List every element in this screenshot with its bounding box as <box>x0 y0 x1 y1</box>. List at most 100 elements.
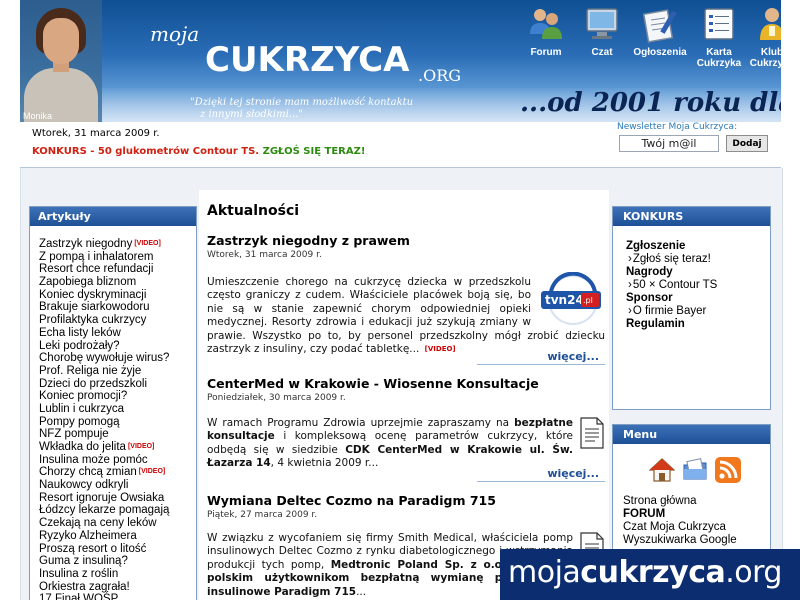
article-link[interactable]: Koniec promocji? <box>39 390 196 403</box>
article-link[interactable]: Prof. Religa nie żyje <box>39 365 196 378</box>
article-link[interactable]: Resort ignoruje Owsiaka <box>39 492 196 505</box>
konkurs-sub-link[interactable]: ›50 × Contour TS <box>626 279 770 292</box>
article-link-label[interactable]: Chorobę wywołuje wirus? <box>39 352 169 364</box>
logo-main[interactable]: CUKRZYCA <box>205 40 409 80</box>
article-link-label[interactable]: Lublin i cukrzyca <box>39 403 124 415</box>
article-link-label[interactable]: Guma z insuliną? <box>39 555 128 567</box>
article-link-label[interactable]: Proszą resort o litość <box>39 543 146 555</box>
home-icon[interactable] <box>649 457 675 483</box>
article-link-label[interactable]: Koniec dyskryminacji <box>39 289 146 301</box>
nav-item-forum[interactable]: Forum <box>516 2 576 58</box>
article-link[interactable]: Chorzy chcą zmian [VIDEO] <box>39 466 196 479</box>
article-link-label[interactable]: Orkiestra zagrała! <box>39 581 130 593</box>
article-link[interactable]: Leki podrożały? <box>39 340 196 353</box>
article-link-label[interactable]: Ryzyko Alzheimera <box>39 530 137 542</box>
article-link-label[interactable]: Wkładka do jelita <box>39 441 126 453</box>
nav-item-karta-cukrzyka[interactable]: Karta Cukrzyka <box>689 2 749 69</box>
article-link[interactable]: NFZ pompuje <box>39 428 196 441</box>
konkurs-text[interactable]: KONKURS - 50 glukometrów Contour TS. <box>32 146 259 157</box>
article-link-label[interactable]: Chorzy chcą zmian <box>39 466 137 478</box>
article-link-label[interactable]: Leki podrożały? <box>39 340 120 352</box>
konkurs-link-label[interactable]: 50 × Contour TS <box>633 279 718 291</box>
article-link-label[interactable]: Zapobiega bliznom <box>39 276 136 288</box>
article-link-label[interactable]: Resort chce refundacji <box>39 263 153 275</box>
logo-suffix[interactable]: .ORG <box>418 66 461 85</box>
article-link[interactable]: Brakuje siarkowodoru <box>39 301 196 314</box>
article-link[interactable]: 17 Finał WOŚP <box>39 593 196 600</box>
article-title[interactable]: CenterMed w Krakowie - Wiosenne Konsulta… <box>207 376 605 391</box>
menu-link[interactable]: FORUM <box>623 508 737 521</box>
konkurs-section-link[interactable]: Sponsor <box>626 292 770 305</box>
article-link[interactable]: Orkiestra zagrała! <box>39 581 196 594</box>
article-link[interactable]: Zapobiega bliznom <box>39 276 196 289</box>
newsletter-add-button[interactable]: Dodaj <box>726 135 768 152</box>
logo-prefix[interactable]: moja <box>150 22 199 46</box>
article-link[interactable]: Resort chce refundacji <box>39 263 196 276</box>
tvn24-logo-icon[interactable]: tvn24 .pl <box>537 272 605 328</box>
rss-icon[interactable] <box>715 457 741 483</box>
konkurs-link-label[interactable]: Nagrody <box>626 266 673 278</box>
article-link[interactable]: Zastrzyk niegodny [VIDEO] <box>39 238 196 251</box>
article-link[interactable]: Czekają na ceny leków <box>39 517 196 530</box>
article-link[interactable]: Echa listy leków <box>39 327 196 340</box>
video-tag[interactable]: [VIDEO] <box>134 240 160 247</box>
article-link-label[interactable]: Brakuje siarkowodoru <box>39 301 150 313</box>
article-link-label[interactable]: Resort ignoruje Owsiaka <box>39 492 164 504</box>
nav-item-czat[interactable]: Czat <box>572 2 632 58</box>
article-title[interactable]: Wymiana Deltec Cozmo na Paradigm 715 <box>207 493 605 508</box>
menu-link[interactable]: Wyszukiwarka Google <box>623 534 737 547</box>
article-link[interactable]: Koniec dyskryminacji <box>39 289 196 302</box>
video-tag[interactable]: [VIDEO] <box>128 443 154 450</box>
article-link-label[interactable]: Echa listy leków <box>39 327 121 339</box>
article-link[interactable]: Guma z insuliną? <box>39 555 196 568</box>
konkurs-section-link[interactable]: Nagrody <box>626 266 770 279</box>
article-link-label[interactable]: NFZ pompuje <box>39 428 109 440</box>
article-link-label[interactable]: Prof. Religa nie żyje <box>39 365 141 377</box>
konkurs-section-link[interactable]: Zgłoszenie <box>626 240 770 253</box>
article-link-label[interactable]: 17 Finał WOŚP <box>39 593 118 600</box>
article-link[interactable]: Proszą resort o litość <box>39 543 196 556</box>
article-link-label[interactable]: Pompy pomogą <box>39 416 120 428</box>
konkurs-sub-link[interactable]: ›O firmie Bayer <box>626 305 770 318</box>
article-link[interactable]: Profilaktyka cukrzycy <box>39 314 196 327</box>
article-link[interactable]: Insulina może pomóc <box>39 454 196 467</box>
konkurs-link-label[interactable]: Zgłoś się teraz! <box>633 253 711 265</box>
konkurs-link-label[interactable]: Sponsor <box>626 292 673 304</box>
menu-link[interactable]: Czat Moja Cukrzyca <box>623 521 737 534</box>
newsletter-email-input[interactable] <box>619 135 719 152</box>
bookmark-folder-icon[interactable] <box>682 457 708 483</box>
article-link[interactable]: Wkładka do jelita [VIDEO] <box>39 441 196 454</box>
article-more-link[interactable]: więcej... <box>547 350 599 363</box>
video-tag[interactable]: [VIDEO] <box>425 345 456 353</box>
nav-item-ogloszenia[interactable]: Ogłoszenia <box>630 2 690 58</box>
menu-link[interactable]: Strona główna <box>623 495 737 508</box>
article-link-label[interactable]: Koniec promocji? <box>39 390 127 402</box>
konkurs-link-label[interactable]: Regulamin <box>626 318 685 330</box>
nav-item-klub-cukrzyka[interactable]: Klub Cukrzyka <box>742 2 781 69</box>
article-link[interactable]: Łódzcy lekarze pomagają <box>39 504 196 517</box>
konkurs-link-label[interactable]: Zgłoszenie <box>626 240 685 252</box>
article-link[interactable]: Pompy pomogą <box>39 416 196 429</box>
konkurs-section-link[interactable]: Regulamin <box>626 318 770 331</box>
article-link-label[interactable]: Insulina może pomóc <box>39 454 148 466</box>
article-link-label[interactable]: Zastrzyk niegodny <box>39 238 132 250</box>
article-link[interactable]: Chorobę wywołuje wirus? <box>39 352 196 365</box>
article-more-link[interactable]: więcej... <box>547 467 599 480</box>
article-link[interactable]: Naukowcy odkryli <box>39 479 196 492</box>
article-title[interactable]: Zastrzyk niegodny z prawem <box>207 233 605 248</box>
article-link-label[interactable]: Naukowcy odkryli <box>39 479 128 491</box>
article-link[interactable]: Insulina z roślin <box>39 568 196 581</box>
article-link[interactable]: Ryzyko Alzheimera <box>39 530 196 543</box>
article-link-label[interactable]: Czekają na ceny leków <box>39 517 157 529</box>
konkurs-announcement[interactable]: KONKURS - 50 glukometrów Contour TS. ZGŁ… <box>32 146 365 157</box>
video-tag[interactable]: [VIDEO] <box>139 468 165 475</box>
article-link[interactable]: Dzieci do przedszkoli <box>39 378 196 391</box>
konkurs-cta[interactable]: ZGŁOŚ SIĘ TERAZ! <box>263 146 366 157</box>
konkurs-sub-link[interactable]: ›Zgłoś się teraz! <box>626 253 770 266</box>
article-link-label[interactable]: Dzieci do przedszkoli <box>39 378 147 390</box>
article-link-label[interactable]: Z pompą i inhalatorem <box>39 251 153 263</box>
article-link-label[interactable]: Insulina z roślin <box>39 568 118 580</box>
article-link-label[interactable]: Łódzcy lekarze pomagają <box>39 504 169 516</box>
article-link-label[interactable]: Profilaktyka cukrzycy <box>39 314 146 326</box>
article-link[interactable]: Z pompą i inhalatorem <box>39 251 196 264</box>
